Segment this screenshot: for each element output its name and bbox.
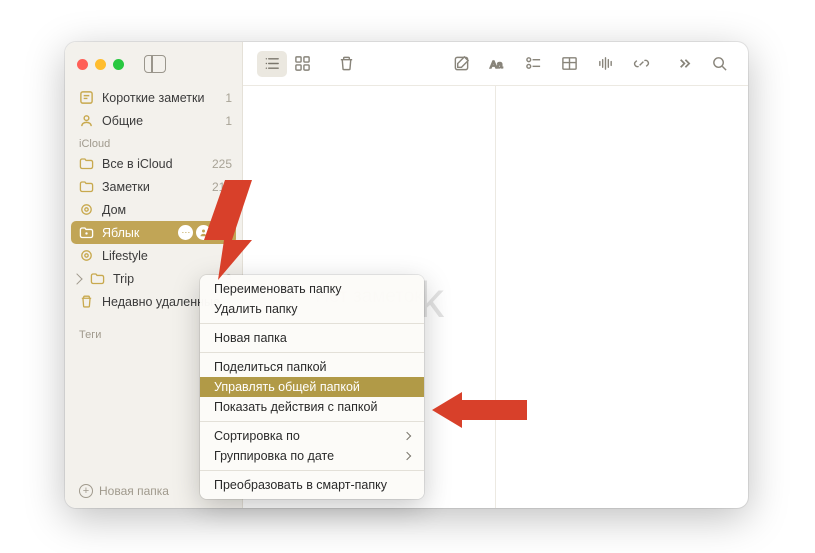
menu-item-label: Сортировка по xyxy=(214,429,300,443)
sidebar-item-count: 225 xyxy=(212,157,232,171)
menu-separator xyxy=(200,421,424,422)
chevron-right-icon xyxy=(403,432,411,440)
search-button[interactable] xyxy=(704,51,734,77)
titlebar xyxy=(65,42,242,86)
menu-item-sort[interactable]: Сортировка по xyxy=(200,426,424,446)
menu-item-delete[interactable]: Удалить папку xyxy=(200,299,424,319)
chevron-right-icon[interactable] xyxy=(71,273,82,284)
new-note-button[interactable] xyxy=(446,51,476,77)
toolbar: Aa xyxy=(243,42,748,86)
menu-item-convert-smart[interactable]: Преобразовать в смарт-папку xyxy=(200,475,424,495)
menu-item-label: Переименовать папку xyxy=(214,282,341,296)
minimize-window-button[interactable] xyxy=(95,59,106,70)
sidebar-item-label: Общие xyxy=(102,114,217,128)
menu-item-label: Показать действия с папкой xyxy=(214,400,377,414)
guide-arrow-icon xyxy=(190,180,260,280)
menu-item-rename[interactable]: Переименовать папку xyxy=(200,279,424,299)
audio-button[interactable] xyxy=(590,51,620,77)
delete-button[interactable] xyxy=(331,51,361,77)
context-menu: Переименовать папку Удалить папку Новая … xyxy=(200,275,424,499)
sidebar-item-count: 1 xyxy=(225,91,232,105)
sidebar-item-shared[interactable]: Общие 1 xyxy=(65,109,242,132)
sidebar-item-label: Яблык xyxy=(102,226,170,240)
svg-text:Aa: Aa xyxy=(489,60,502,71)
toggle-sidebar-button[interactable] xyxy=(144,55,166,73)
menu-separator xyxy=(200,470,424,471)
sidebar-item-quicknotes[interactable]: Короткие заметки 1 xyxy=(65,86,242,109)
close-window-button[interactable] xyxy=(77,59,88,70)
gear-icon xyxy=(79,202,94,217)
menu-item-label: Новая папка xyxy=(214,331,287,345)
note-icon xyxy=(79,90,94,105)
menu-separator xyxy=(200,352,424,353)
folder-icon xyxy=(79,156,94,171)
text-format-button[interactable]: Aa xyxy=(482,51,512,77)
plus-icon: + xyxy=(79,484,93,498)
view-toggle xyxy=(257,51,317,77)
menu-item-label: Преобразовать в смарт-папку xyxy=(214,478,387,492)
folder-icon xyxy=(79,179,94,194)
note-detail-pane xyxy=(495,86,748,508)
shared-icon xyxy=(79,113,94,128)
menu-item-label: Поделиться папкой xyxy=(214,360,327,374)
chevron-right-icon xyxy=(403,452,411,460)
zoom-window-button[interactable] xyxy=(113,59,124,70)
menu-separator xyxy=(200,323,424,324)
sidebar-item-label: Все в iCloud xyxy=(102,157,204,171)
menu-item-share[interactable]: Поделиться папкой xyxy=(200,357,424,377)
menu-item-label: Группировка по дате xyxy=(214,449,334,463)
link-button[interactable] xyxy=(626,51,656,77)
trash-icon xyxy=(79,294,94,309)
sidebar-item-all-icloud[interactable]: Все в iCloud 225 xyxy=(65,152,242,175)
folder-shared-icon xyxy=(79,225,94,240)
menu-item-label: Управлять общей папкой xyxy=(214,380,360,394)
sidebar-item-label: Заметки xyxy=(102,180,204,194)
new-folder-label: Новая папка xyxy=(99,484,169,498)
folder-icon xyxy=(90,271,105,286)
traffic-lights xyxy=(77,59,124,70)
checklist-button[interactable] xyxy=(518,51,548,77)
table-button[interactable] xyxy=(554,51,584,77)
icloud-section-header[interactable]: iCloud xyxy=(65,132,242,152)
overflow-button[interactable] xyxy=(668,51,698,77)
menu-item-manage-shared[interactable]: Управлять общей папкой xyxy=(200,377,424,397)
grid-view-button[interactable] xyxy=(287,51,317,77)
menu-item-group[interactable]: Группировка по дате xyxy=(200,446,424,466)
sidebar-item-count: 1 xyxy=(225,114,232,128)
menu-item-new-folder[interactable]: Новая папка xyxy=(200,328,424,348)
menu-item-label: Удалить папку xyxy=(214,302,298,316)
guide-arrow-icon xyxy=(432,392,527,428)
gear-icon xyxy=(79,248,94,263)
sidebar-item-label: Короткие заметки xyxy=(102,91,217,105)
menu-item-show-activity[interactable]: Показать действия с папкой xyxy=(200,397,424,417)
list-view-button[interactable] xyxy=(257,51,287,77)
